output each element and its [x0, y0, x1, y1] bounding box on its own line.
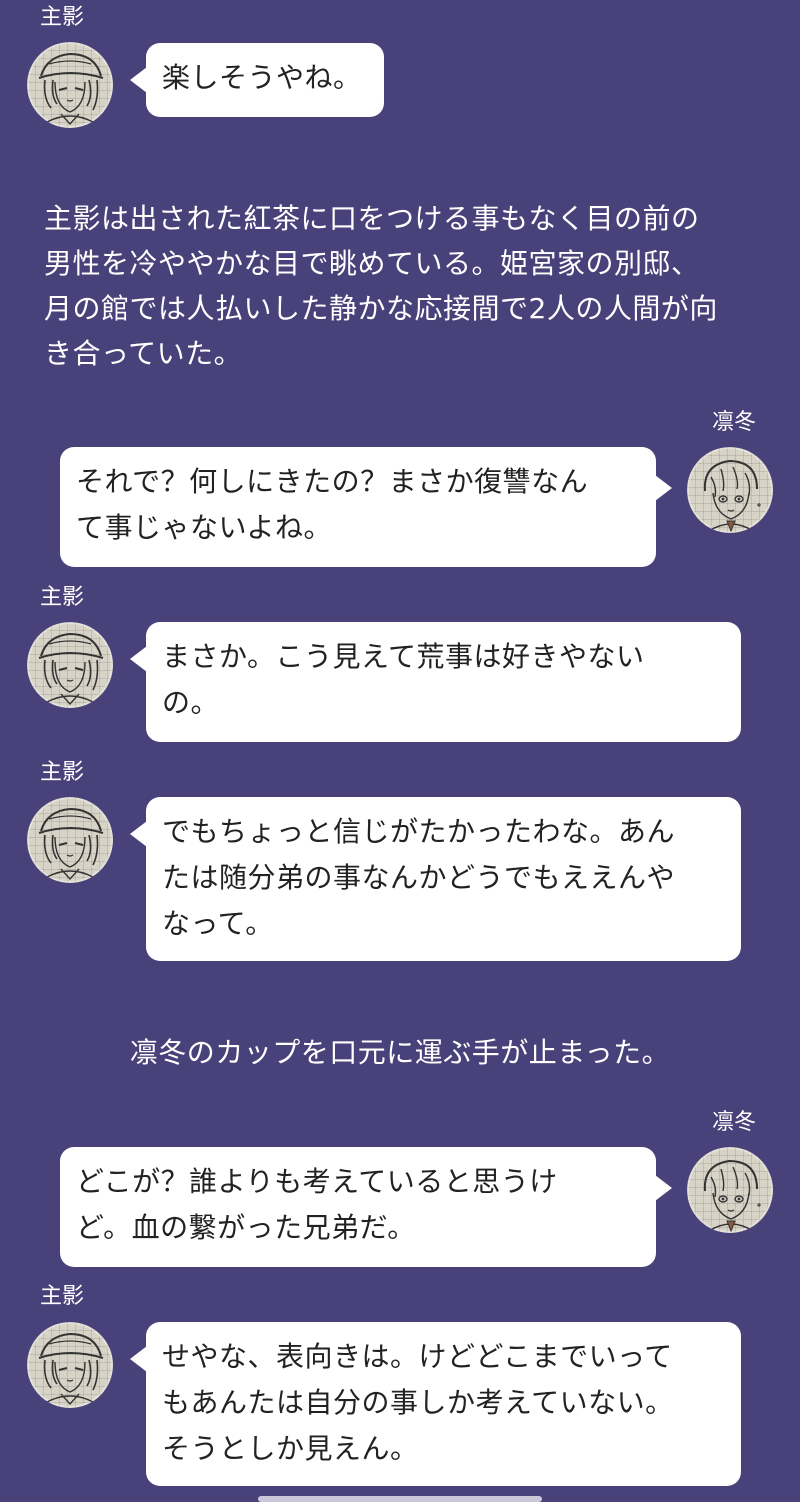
speaker-name: 主影 — [40, 760, 85, 785]
speaker-name: 主影 — [40, 1284, 85, 1309]
shuei-avatar-icon[interactable] — [27, 1322, 113, 1408]
chat-bubble: せやな、表向きは。けどどこまでいって もあんたは自分の事しか考えていない。 そう… — [130, 1322, 741, 1486]
chat-bubble: どこが？誰よりも考えていると思うけ ど。血の繋がった兄弟だ。 — [60, 1147, 672, 1267]
chat-bubble: 楽しそうやね。 — [130, 43, 384, 117]
chat-bubble: それで？何しにきたの？まさか復讐なん て事じゃないよね。 — [60, 447, 672, 567]
speaker-name: 凛冬 — [712, 410, 757, 435]
speaker-name: 主影 — [40, 585, 85, 610]
rinto-avatar-icon[interactable] — [687, 1147, 773, 1233]
narration-text: 主影は出された紅茶に口をつける事もなく目の前の 男性を冷ややかな目で眺めている。… — [44, 202, 718, 370]
rinto-avatar-icon[interactable] — [687, 447, 773, 533]
shuei-avatar-icon[interactable] — [27, 622, 113, 708]
shuei-avatar-icon[interactable] — [27, 797, 113, 883]
chat-bubble: まさか。こう見えて荒事は好きやない の。 — [130, 622, 741, 742]
narration-text: 凛冬のカップを口元に運ぶ手が止まった。 — [129, 1036, 671, 1069]
speaker-name: 主影 — [40, 5, 85, 30]
speaker-name: 凛冬 — [712, 1110, 757, 1135]
home-indicator[interactable] — [258, 1496, 542, 1502]
chat-bubble: でもちょっと信じがたかったわな。あん たは随分弟の事なんかどうでもええんや なっ… — [130, 797, 741, 961]
shuei-avatar-icon[interactable] — [27, 42, 113, 128]
